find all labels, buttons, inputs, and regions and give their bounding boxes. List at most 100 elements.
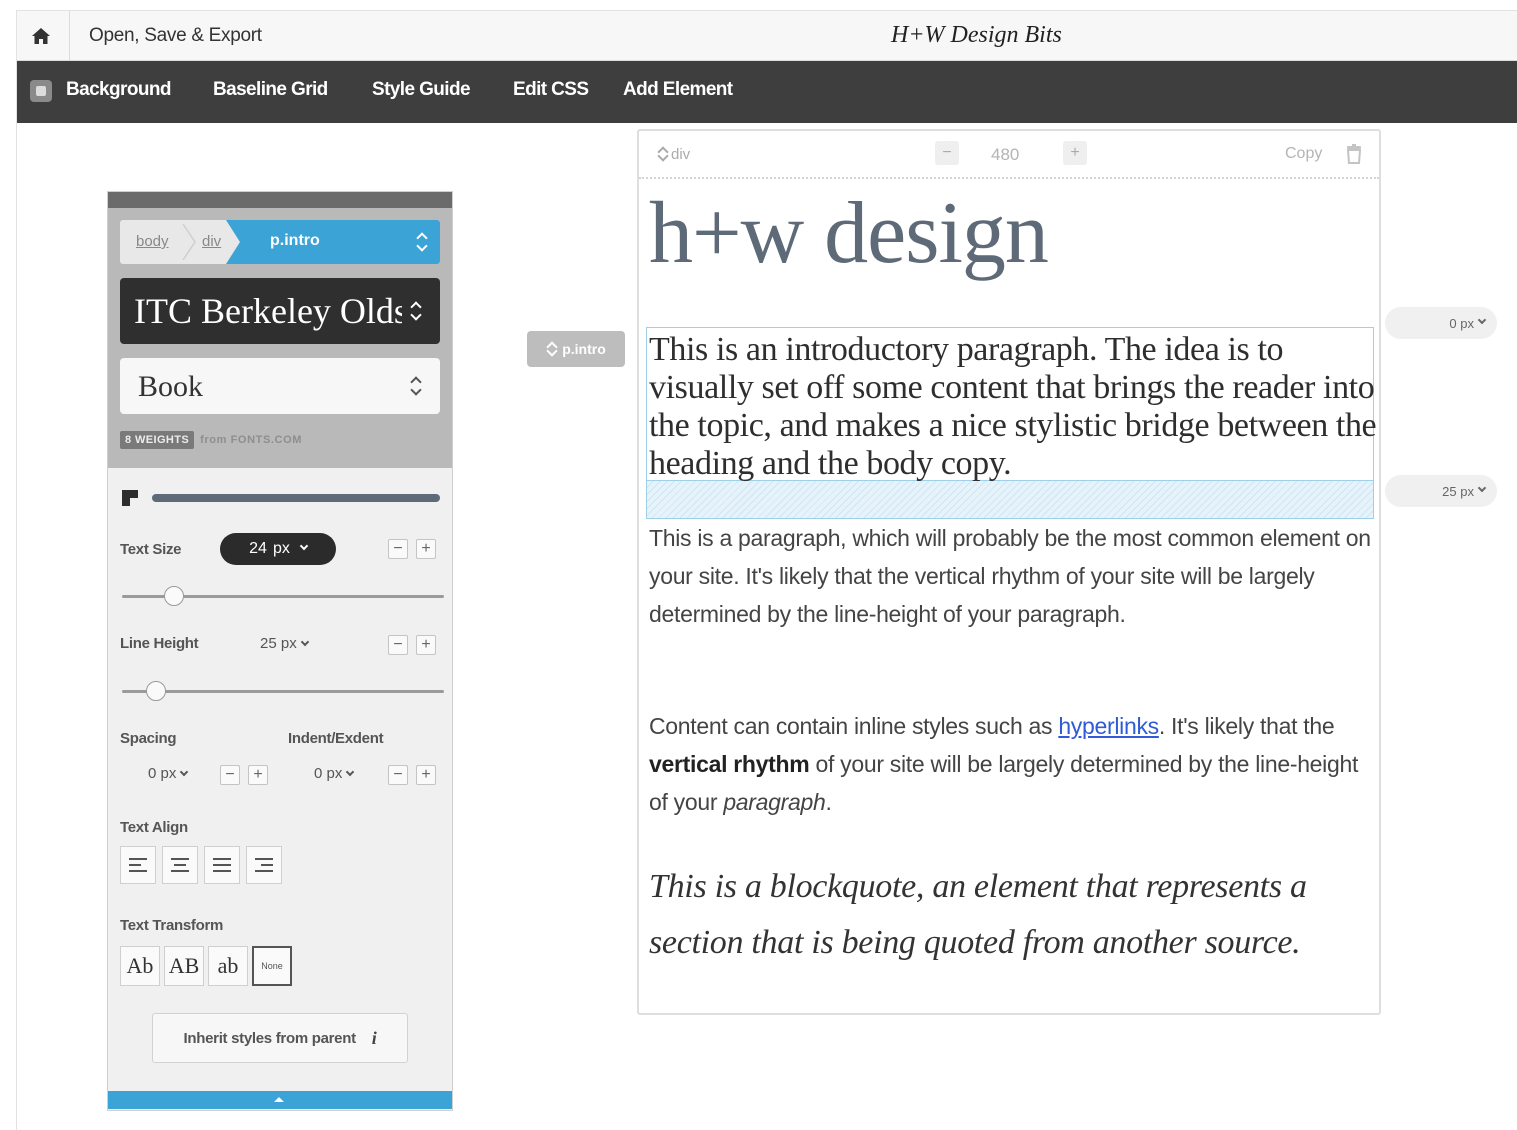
background-toggle-icon[interactable] [30, 80, 52, 102]
active-selector-label: p.intro [270, 232, 320, 249]
text-color-picker[interactable] [152, 494, 440, 502]
selector-tag[interactable]: p.intro [527, 331, 625, 367]
chevron-down-icon [180, 767, 189, 777]
breadcrumb-separator-icon [182, 224, 196, 260]
weights-info: 8 WEIGHTS from FONTS.COM [120, 430, 302, 450]
body-paragraph[interactable]: This is a paragraph, which will probably… [649, 519, 1375, 633]
home-icon [32, 28, 50, 44]
element-type-select[interactable]: div [657, 145, 690, 163]
intro-paragraph[interactable]: This is an introductory paragraph. The i… [649, 331, 1377, 483]
margin-bottom-value: 25 [1442, 483, 1457, 499]
text-size-minus-button[interactable]: − [388, 539, 408, 559]
panel-drag-handle[interactable] [108, 192, 452, 208]
info-icon: i [371, 1027, 377, 1048]
toolbar-add-element[interactable]: Add Element [623, 79, 733, 101]
paragraph-text: Content can contain inline styles such a… [649, 713, 1059, 739]
inherit-styles-label: Inherit styles from parent [183, 1029, 357, 1047]
transform-capitalize-button[interactable]: Ab [120, 946, 160, 986]
indent-plus-button[interactable]: + [416, 765, 436, 785]
breadcrumb: body div p.intro [120, 220, 440, 264]
line-height-slider-track[interactable] [122, 690, 444, 693]
margin-bottom-indicator [646, 481, 1374, 519]
margin-bottom-unit: px [1460, 483, 1474, 499]
italic-text: paragraph [723, 789, 826, 815]
width-value[interactable]: 480 [991, 145, 1019, 165]
font-weight-value: Book [138, 370, 204, 403]
line-height-plus-button[interactable]: + [416, 635, 436, 655]
text-size-dropdown[interactable]: 24 px [220, 533, 336, 565]
font-family-select[interactable]: ITC Berkeley Oldstyle [120, 278, 440, 344]
indent-dropdown[interactable]: 0 px [314, 765, 355, 782]
chevron-down-icon [1477, 315, 1487, 325]
align-justify-button[interactable] [204, 846, 240, 884]
breadcrumb-active-selector[interactable]: p.intro [226, 220, 440, 264]
blockquote[interactable]: This is a blockquote, an element that re… [649, 859, 1375, 971]
indent-label: Indent/Exdent [288, 730, 384, 747]
line-height-slider-knob[interactable] [146, 681, 166, 701]
spacing-label: Spacing [120, 730, 177, 747]
line-height-value: 25 [260, 635, 277, 652]
text-size-label: Text Size [120, 541, 182, 558]
indent-minus-button[interactable]: − [388, 765, 408, 785]
transform-uppercase-button[interactable]: AB [164, 946, 204, 986]
chevron-down-icon [299, 541, 309, 551]
color-swatch-icon[interactable] [122, 490, 138, 506]
line-height-minus-button[interactable]: − [388, 635, 408, 655]
top-bar: Open, Save & Export H+W Design Bits [17, 11, 1517, 61]
line-height-unit: px [280, 635, 297, 652]
weights-badge[interactable]: 8 WEIGHTS [120, 431, 195, 449]
main-toolbar: Background Baseline Grid Style Guide Edi… [17, 61, 1517, 123]
align-left-button[interactable] [120, 846, 156, 884]
text-size-plus-button[interactable]: + [416, 539, 436, 559]
paragraph-text: . It's likely that the [1158, 713, 1335, 739]
line-height-dropdown[interactable]: 25 px [260, 635, 309, 652]
selector-tag-label: p.intro [562, 341, 606, 357]
inline-styles-paragraph[interactable]: Content can contain inline styles such a… [649, 707, 1375, 821]
width-plus-button[interactable]: + [1063, 141, 1087, 165]
toolbar-edit-css[interactable]: Edit CSS [513, 79, 589, 101]
text-size-slider-knob[interactable] [164, 586, 184, 606]
text-transform-label: Text Transform [120, 917, 224, 934]
paragraph-text: . [825, 789, 832, 815]
home-button[interactable] [27, 23, 55, 49]
breadcrumb-div[interactable]: div [202, 233, 221, 250]
hyperlink[interactable]: hyperlinks [1058, 713, 1159, 739]
style-panel: body div p.intro ITC Berkeley Oldstyle B… [107, 191, 453, 1111]
app-window: Open, Save & Export H+W Design Bits Back… [16, 10, 1517, 1130]
panel-collapse-button[interactable] [108, 1091, 452, 1109]
align-right-button[interactable] [246, 846, 282, 884]
spacing-minus-button[interactable]: − [220, 765, 240, 785]
open-save-export-menu[interactable]: Open, Save & Export [89, 25, 262, 47]
margin-bottom-control[interactable]: 25 px [1385, 475, 1497, 507]
spacing-value: 0 [148, 765, 157, 782]
inherit-styles-button[interactable]: Inherit styles from parent i [152, 1013, 408, 1063]
chevron-down-icon [346, 767, 355, 777]
transform-lowercase-button[interactable]: ab [208, 946, 248, 986]
transform-none-button[interactable]: None [252, 946, 292, 986]
copy-button[interactable]: Copy [1285, 145, 1322, 163]
width-minus-button[interactable]: − [935, 141, 959, 165]
toolbar-style-guide[interactable]: Style Guide [372, 79, 471, 101]
spacing-plus-button[interactable]: + [248, 765, 268, 785]
weights-source: from FONTS.COM [200, 434, 303, 446]
toolbar-background[interactable]: Background [66, 79, 171, 101]
text-size-unit: px [272, 540, 290, 557]
toolbar-baseline-grid[interactable]: Baseline Grid [213, 79, 328, 101]
selector-tag-updown-icon [546, 340, 556, 358]
app-title: H+W Design Bits [891, 22, 1062, 48]
text-size-value: 24 [249, 540, 267, 557]
breadcrumb-body[interactable]: body [136, 233, 169, 250]
preview-canvas: div − 480 + Copy h+w design This is an i… [637, 129, 1381, 1015]
selector-updown-icon [416, 231, 430, 253]
font-family-value: ITC Berkeley Oldstyle [134, 291, 402, 331]
align-center-button[interactable] [162, 846, 198, 884]
spacing-dropdown[interactable]: 0 px [148, 765, 189, 782]
indent-unit: px [326, 765, 343, 782]
panel-font-section: body div p.intro ITC Berkeley Oldstyle B… [108, 208, 452, 468]
canvas-element-bar: div − 480 + Copy [639, 131, 1379, 179]
margin-top-control[interactable]: 0 px [1385, 307, 1497, 339]
font-weight-select[interactable]: Book [120, 358, 440, 414]
preview-heading[interactable]: h+w design [649, 183, 1049, 284]
bold-text: vertical rhythm [649, 751, 810, 777]
trash-icon[interactable] [1345, 143, 1363, 165]
